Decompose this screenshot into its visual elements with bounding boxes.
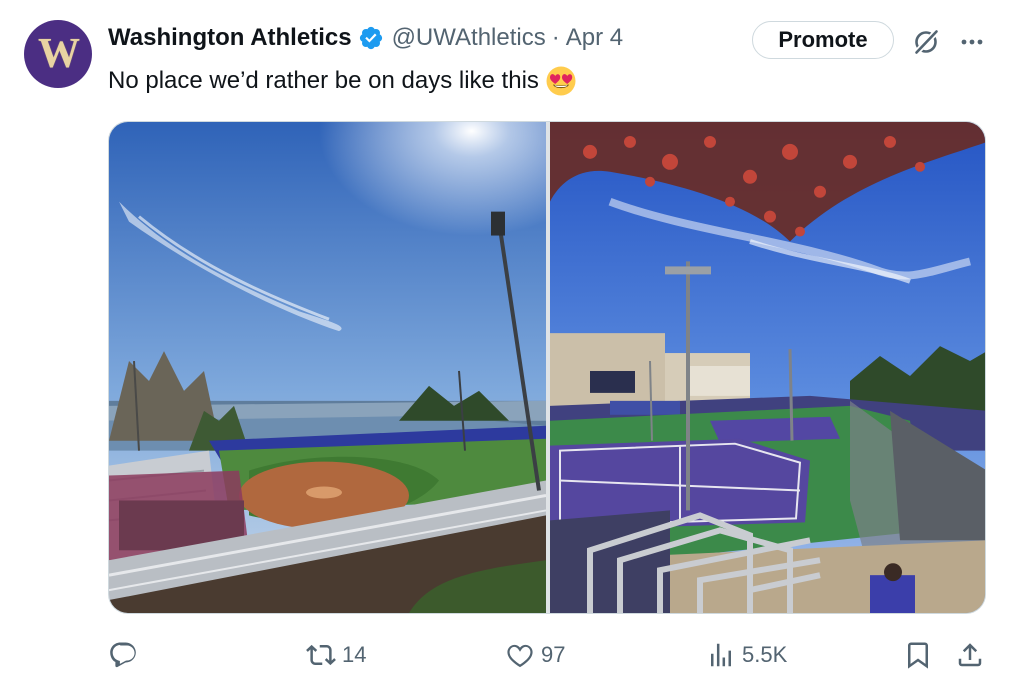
tweet-text: No place we’d rather be on days like thi… [108, 64, 577, 98]
heart-eyes-emoji-icon [546, 66, 576, 96]
views-action[interactable]: 5.5K [706, 630, 787, 680]
like-count: 97 [541, 642, 566, 667]
reply-icon[interactable] [108, 640, 138, 670]
avatar-logo-letter: W [38, 31, 80, 77]
bookmark-action[interactable] [903, 630, 933, 680]
avatar[interactable]: W [24, 20, 92, 88]
more-icon[interactable] [956, 26, 988, 58]
softball-stadium-photo[interactable] [109, 122, 546, 613]
grok-icon[interactable] [910, 26, 942, 58]
share-action[interactable] [955, 630, 985, 680]
display-name[interactable]: Washington Athletics [108, 24, 352, 52]
share-icon[interactable] [955, 640, 985, 670]
action-bar: 14 97 5.5K [0, 630, 1014, 680]
media-grid [108, 121, 986, 614]
views-icon[interactable] [706, 640, 736, 670]
separator: · [551, 24, 560, 51]
reply-action[interactable] [108, 630, 144, 680]
handle[interactable]: @UWAthletics [392, 24, 546, 52]
like-action[interactable]: 97 [505, 630, 565, 680]
promote-button[interactable]: Promote [752, 21, 894, 59]
verified-badge-icon[interactable] [358, 25, 384, 51]
tweet-body: No place we’d rather be on days like thi… [108, 67, 539, 94]
retweet-count: 14 [342, 642, 367, 667]
retweet-icon[interactable] [306, 640, 336, 670]
tweet-header: Washington Athletics @UWAthletics · Apr … [108, 22, 623, 54]
bookmark-icon[interactable] [903, 640, 933, 670]
retweet-action[interactable]: 14 [306, 630, 366, 680]
tweet-date[interactable]: Apr 4 [566, 24, 623, 52]
like-icon[interactable] [505, 640, 535, 670]
view-count: 5.5K [742, 642, 788, 667]
tennis-courts-photo[interactable] [550, 122, 986, 613]
